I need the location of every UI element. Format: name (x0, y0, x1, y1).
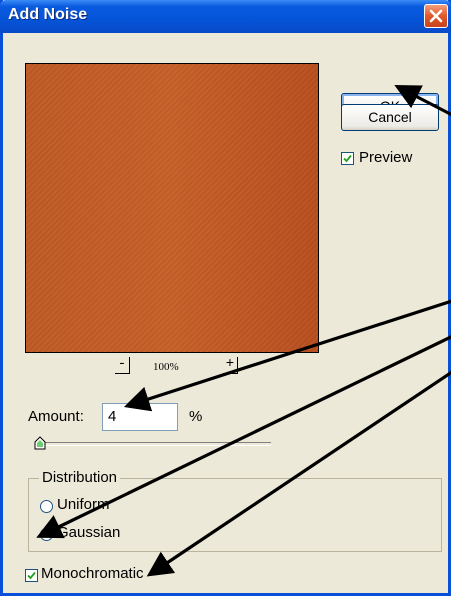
zoom-out-button[interactable]: - (115, 357, 130, 374)
gaussian-radio-label[interactable]: Gaussian (57, 524, 120, 541)
uniform-radio[interactable] (40, 500, 53, 513)
checkmark-icon (27, 571, 36, 580)
title-bar[interactable]: Add Noise (0, 0, 451, 33)
amount-input[interactable]: 4 (102, 403, 178, 431)
zoom-level-label: 100% (153, 361, 179, 373)
amount-unit-label: % (189, 408, 203, 425)
amount-label: Amount: (28, 408, 84, 425)
radio-selected-dot (44, 532, 49, 537)
close-button[interactable] (424, 4, 448, 28)
zoom-in-button[interactable]: + (223, 357, 238, 374)
monochromatic-checkbox[interactable] (25, 569, 38, 582)
cancel-button[interactable]: Cancel (341, 104, 439, 131)
gaussian-radio[interactable] (40, 528, 53, 541)
distribution-group-label: Distribution (39, 469, 121, 486)
monochromatic-checkbox-label[interactable]: Monochromatic (41, 565, 144, 582)
amount-slider-track[interactable] (39, 442, 271, 446)
preview-checkbox[interactable] (341, 152, 354, 165)
preview-checkbox-label[interactable]: Preview (359, 149, 412, 166)
uniform-radio-label[interactable]: Uniform (57, 496, 110, 513)
slider-thumb-icon[interactable] (34, 436, 46, 450)
close-icon (429, 9, 443, 23)
window-title: Add Noise (8, 6, 88, 23)
add-noise-dialog: Add Noise - 100% + OK Cancel Preview Amo… (0, 0, 451, 596)
noise-preview-image[interactable] (25, 63, 319, 353)
checkmark-icon (343, 154, 352, 163)
